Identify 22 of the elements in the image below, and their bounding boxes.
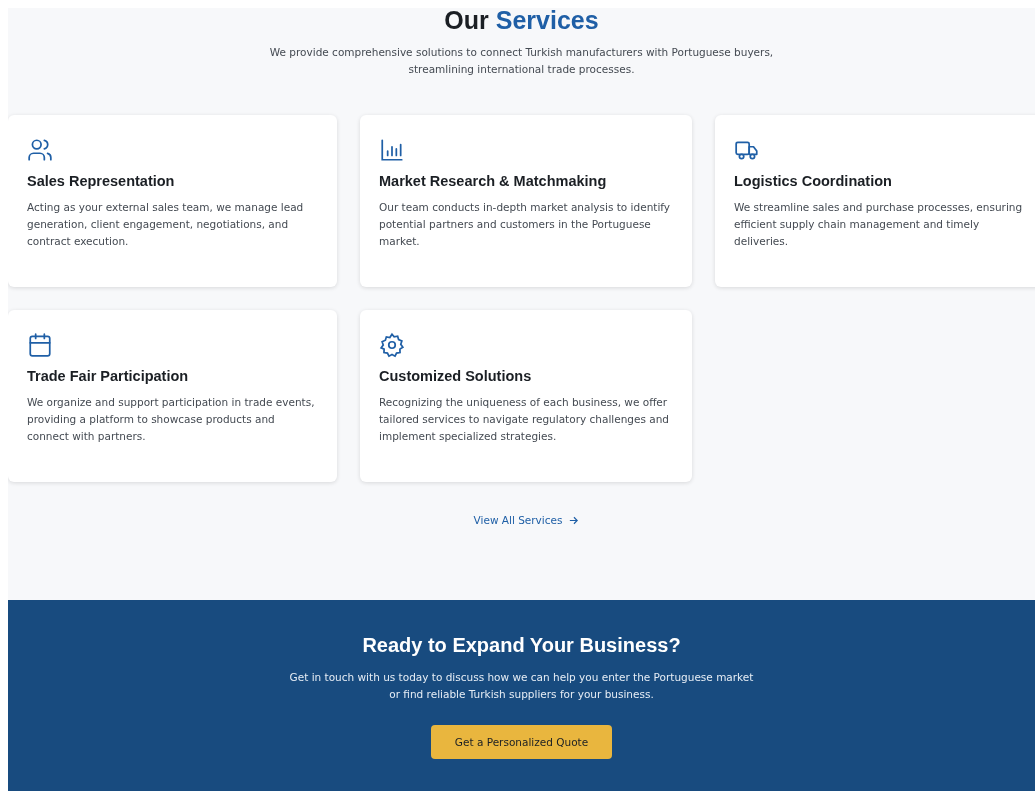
cta-title: Ready to Expand Your Business? — [362, 634, 681, 657]
card-description: Recognizing the uniqueness of each business, we offer tailored services to navigate regulatory challenges and implement specialized strategies. — [379, 395, 671, 444]
calendar-icon — [27, 332, 53, 358]
card-description: Our team conducts in-depth market analysis to identify potential partners and customers in the Portuguese market. — [379, 200, 672, 249]
card-title: Market Research & Matchmaking — [379, 173, 608, 189]
bar-chart-icon — [379, 137, 405, 163]
card-description: We organize and support participation in trade events, providing a platform to showcase products and connect with partners. — [27, 395, 316, 444]
card-title: Logistics Coordination — [734, 173, 893, 189]
card-description: We streamline sales and purchase processes, ensuring efficient supply chain management and timely deliveries. — [734, 200, 1024, 249]
card-description: Acting as your external sales team, we manage lead generation, client engagement, negotiations, and contract execution. — [27, 200, 305, 249]
view-all-services-link[interactable]: View All Services — [473, 514, 580, 526]
section-intro: We provide comprehensive solutions to connect Turkish manufacturers with Portuguese buyers, streamlining international trade processes. — [268, 45, 775, 77]
section-title-highlight: Services — [495, 8, 599, 34]
quote-button[interactable]: Get a Personalized Quote — [430, 725, 613, 759]
cta-text: Get in touch with us today to discuss how we can help you enter the Portuguese market or find reliable Turkish suppliers for your business. — [288, 670, 755, 702]
card-title: Sales Representation — [27, 173, 176, 189]
card-title: Customized Solutions — [379, 368, 533, 384]
arrow-right-icon — [568, 514, 580, 526]
section-title: Our — [444, 8, 489, 34]
card-title: Trade Fair Participation — [27, 368, 190, 384]
people-icon — [27, 137, 53, 163]
settings-icon — [379, 332, 405, 358]
